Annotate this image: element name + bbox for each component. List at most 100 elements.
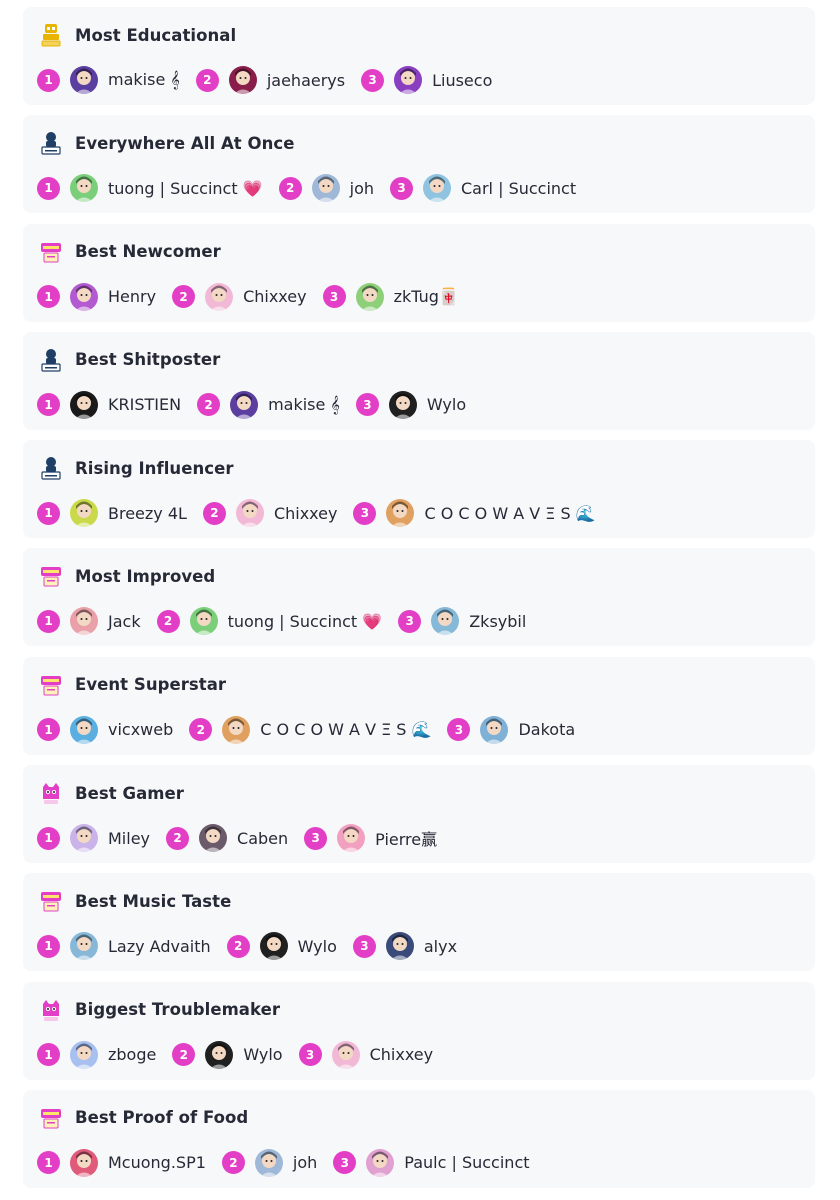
winner-username[interactable]: zboge (108, 1045, 156, 1064)
avatar[interactable] (70, 174, 98, 203)
winner-entry[interactable]: 3 Liuseco (361, 66, 492, 94)
winner-entry[interactable]: 1 vicxweb (37, 715, 173, 744)
avatar[interactable] (205, 282, 234, 311)
avatar[interactable] (388, 390, 417, 419)
avatar[interactable] (199, 824, 228, 853)
winner-username[interactable]: C O C O W A V Ξ S 🌊 (260, 720, 431, 739)
winner-username[interactable]: Paulc | Succinct (404, 1153, 529, 1172)
award-title: Most Educational (75, 25, 237, 45)
winner-username[interactable]: KRISTIEN (108, 395, 181, 414)
avatar[interactable] (355, 282, 384, 311)
winner-entry[interactable]: 1 tuong | Succinct 💗 (37, 174, 263, 203)
avatar[interactable] (431, 607, 460, 636)
winner-username[interactable]: Lazy Advaith (108, 937, 211, 956)
winner-entry[interactable]: 3 Chixxey (298, 1040, 434, 1069)
avatar[interactable] (70, 282, 98, 311)
winner-entry[interactable]: 2 Caben (166, 824, 288, 853)
winner-entry[interactable]: 2 C O C O W A V Ξ S 🌊 (189, 715, 431, 744)
avatar[interactable] (70, 1040, 98, 1069)
winner-username[interactable]: Carl | Succinct (461, 179, 576, 198)
winner-username[interactable]: Henry (108, 287, 156, 306)
winner-entry[interactable]: 1 KRISTIEN (37, 390, 181, 419)
avatar[interactable] (70, 1148, 98, 1177)
winner-username[interactable]: jaehaerys (267, 71, 345, 90)
winner-username[interactable]: makise 𝄞 (268, 395, 340, 415)
avatar[interactable] (254, 1148, 283, 1177)
winner-entry[interactable]: 1 Jack (37, 607, 141, 636)
winner-username[interactable]: Chixxey (370, 1045, 434, 1064)
winner-username[interactable]: tuong | Succinct 💗 (108, 179, 263, 198)
winner-username[interactable]: tuong | Succinct 💗 (228, 612, 383, 631)
avatar[interactable] (311, 174, 340, 203)
winner-username[interactable]: Miley (108, 829, 150, 848)
winner-entry[interactable]: 2 jaehaerys (195, 66, 345, 94)
winner-entry[interactable]: 2 Chixxey (172, 282, 307, 311)
avatar[interactable] (222, 715, 251, 744)
winner-username[interactable]: Wylo (298, 937, 337, 956)
avatar[interactable] (70, 390, 98, 419)
winner-entry[interactable]: 2 joh (221, 1148, 317, 1177)
winner-entry[interactable]: 3 Zksybil (398, 607, 526, 636)
winner-entry[interactable]: 3 alyx (352, 932, 457, 961)
winner-entry[interactable]: 1 zboge (37, 1040, 156, 1069)
avatar[interactable] (70, 824, 98, 853)
winner-username[interactable]: Mcuong.SP1 (108, 1153, 206, 1172)
winner-entry[interactable]: 2 Wylo (172, 1040, 283, 1069)
avatar[interactable] (189, 607, 218, 636)
winner-entry[interactable]: 2 makise 𝄞 (197, 390, 340, 419)
avatar[interactable] (228, 66, 257, 94)
avatar[interactable] (70, 66, 98, 94)
avatar[interactable] (70, 607, 98, 636)
avatar[interactable] (331, 1040, 360, 1069)
winner-username[interactable]: Zksybil (469, 612, 526, 631)
winner-username[interactable]: Liuseco (432, 71, 492, 90)
winner-username[interactable]: alyx (424, 937, 457, 956)
winner-entry[interactable]: 3 Pierre赢 (304, 824, 437, 853)
winner-entry[interactable]: 1 Henry (37, 282, 156, 311)
winner-username[interactable]: joh (293, 1153, 317, 1172)
winner-username[interactable]: Breezy 4L (108, 504, 187, 523)
winner-entry[interactable]: 2 Chixxey (202, 499, 338, 528)
winner-username[interactable]: makise 𝄞 (108, 70, 180, 90)
winner-entry[interactable]: 1 Breezy 4L (37, 499, 187, 528)
winner-username[interactable]: zkTug🀄 (394, 287, 459, 306)
avatar[interactable] (480, 715, 509, 744)
avatar[interactable] (386, 499, 415, 528)
winner-username[interactable]: Caben (237, 829, 288, 848)
avatar[interactable] (385, 932, 414, 961)
winner-username[interactable]: Dakota (518, 720, 575, 739)
winner-username[interactable]: Wylo (427, 395, 466, 414)
avatar[interactable] (70, 499, 98, 528)
winner-username[interactable]: Pierre赢 (375, 826, 437, 850)
winner-username[interactable]: joh (350, 179, 374, 198)
winner-entry[interactable]: 3 Paulc | Succinct (333, 1148, 530, 1177)
winner-entry[interactable]: 3 Dakota (447, 715, 575, 744)
winner-entry[interactable]: 2 Wylo (226, 932, 337, 961)
winner-username[interactable]: C O C O W A V Ξ S 🌊 (424, 504, 595, 523)
avatar[interactable] (70, 715, 98, 744)
winner-entry[interactable]: 2 joh (278, 174, 374, 203)
avatar[interactable] (205, 1040, 234, 1069)
winner-username[interactable]: Jack (108, 612, 141, 631)
avatar[interactable] (70, 932, 98, 961)
winner-entry[interactable]: 1 makise 𝄞 (37, 66, 180, 94)
winner-username[interactable]: vicxweb (108, 720, 173, 739)
winner-entry[interactable]: 1 Lazy Advaith (37, 932, 211, 961)
avatar[interactable] (366, 1148, 395, 1177)
avatar[interactable] (230, 390, 259, 419)
winner-entry[interactable]: 3 C O C O W A V Ξ S 🌊 (353, 499, 596, 528)
winner-username[interactable]: Chixxey (243, 287, 307, 306)
avatar[interactable] (394, 66, 423, 94)
winner-entry[interactable]: 3 Wylo (355, 390, 466, 419)
avatar[interactable] (423, 174, 451, 203)
winner-entry[interactable]: 1 Miley (37, 824, 150, 853)
avatar[interactable] (259, 932, 288, 961)
winner-entry[interactable]: 3 zkTug🀄 (322, 282, 459, 311)
winner-entry[interactable]: 3 Carl | Succinct (390, 174, 576, 203)
winner-username[interactable]: Wylo (243, 1045, 282, 1064)
avatar[interactable] (235, 499, 264, 528)
winner-entry[interactable]: 1 Mcuong.SP1 (37, 1148, 206, 1177)
winner-entry[interactable]: 2 tuong | Succinct 💗 (156, 607, 383, 636)
avatar[interactable] (337, 824, 366, 853)
winner-username[interactable]: Chixxey (274, 504, 338, 523)
